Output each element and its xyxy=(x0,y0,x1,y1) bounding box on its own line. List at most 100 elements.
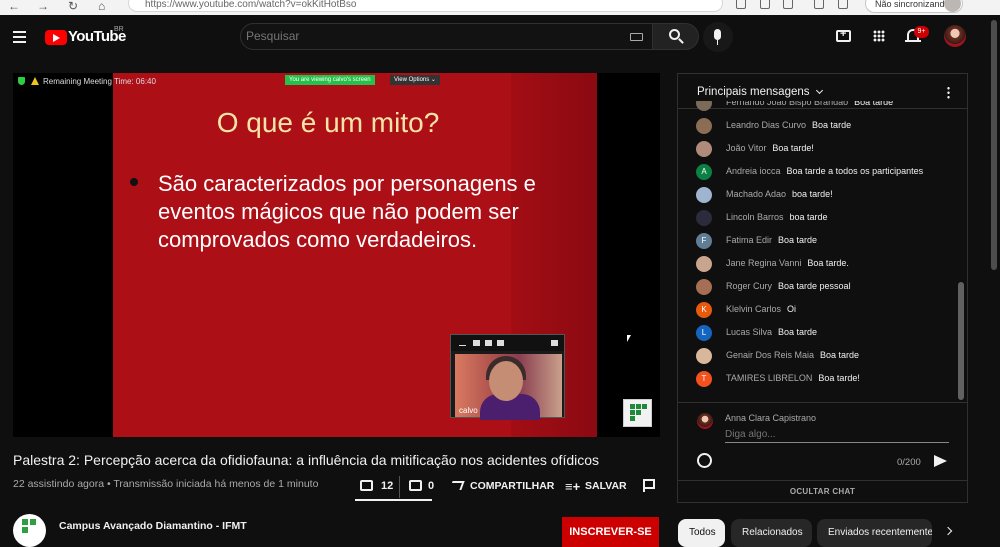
slide-bullet-text: São caracterizados por personagens e eve… xyxy=(158,171,536,252)
chat-author-name[interactable]: Machado Adao xyxy=(726,189,786,199)
save-button[interactable]: SALVAR xyxy=(585,480,627,492)
grid-icon xyxy=(485,340,492,346)
chat-author-name[interactable]: TAMIRES LIBRELON xyxy=(726,373,812,383)
chat-message-input[interactable] xyxy=(725,427,949,443)
chat-message-line: Machado Adao boa tarde! xyxy=(726,183,833,206)
chat-author-name[interactable]: Jane Regina Vanni xyxy=(726,258,801,268)
view-icon xyxy=(473,340,480,346)
chat-message[interactable]: Genair Dos Reis Maia Boa tarde xyxy=(678,344,956,367)
channel-name[interactable]: Campus Avançado Diamantino - IFMT xyxy=(59,520,247,532)
live-chat-panel: Principais mensagens Fernando João Bispo… xyxy=(677,73,968,503)
warning-icon xyxy=(31,77,39,85)
chat-message-text: Boa tarde! xyxy=(772,143,814,153)
character-counter: 0/200 xyxy=(897,457,921,468)
channel-avatar[interactable] xyxy=(13,514,46,547)
video-title: Palestra 2: Percepção acerca da ofidiofa… xyxy=(13,452,600,468)
send-icon[interactable] xyxy=(934,455,947,467)
extension-icon[interactable] xyxy=(783,0,793,9)
chip-related[interactable]: Relacionados xyxy=(731,519,812,547)
sync-status: Não sincronizando xyxy=(875,0,950,9)
chat-author-avatar xyxy=(696,101,712,111)
chat-author-name[interactable]: Fatima Edir xyxy=(726,235,772,245)
chat-message-line: Genair Dos Reis Maia Boa tarde xyxy=(726,344,859,367)
chat-message-line: Lincoln Barros boa tarde xyxy=(726,206,828,229)
youtube-logo-icon[interactable] xyxy=(45,30,67,45)
back-icon[interactable]: ← xyxy=(8,0,20,12)
video-player[interactable]: O que é um mito? São caracterizados por … xyxy=(13,73,660,437)
share-icon[interactable] xyxy=(449,481,465,490)
dislike-icon[interactable] xyxy=(409,480,422,491)
view-options-button: View Options ⌄ xyxy=(390,75,440,85)
chat-message[interactable]: Jane Regina Vanni Boa tarde. xyxy=(678,252,956,275)
chat-message[interactable]: Leandro Dias Curvo Boa tarde xyxy=(678,114,956,137)
chat-message[interactable]: A Andreia iocca Boa tarde a todos os parti… xyxy=(678,160,956,183)
chevron-down-icon[interactable] xyxy=(815,86,824,95)
subscribe-button[interactable]: INSCREVER-SE xyxy=(562,517,659,547)
chat-mode-selector[interactable]: Principais mensagens xyxy=(697,86,810,98)
chat-message-line: Lucas Silva Boa tarde xyxy=(726,321,817,344)
chat-author-name[interactable]: Klelvin Carlos xyxy=(726,304,781,314)
chat-author-name[interactable]: Lincoln Barros xyxy=(726,212,784,222)
like-icon[interactable] xyxy=(360,480,373,491)
chat-author-avatar xyxy=(696,141,712,157)
share-button[interactable]: COMPARTILHAR xyxy=(470,480,554,492)
chat-message[interactable]: Roger Cury Boa tarde pessoal xyxy=(678,275,956,298)
chat-message[interactable]: F Fatima Edir Boa tarde xyxy=(678,229,956,252)
favorites-icon[interactable] xyxy=(814,0,824,9)
chat-message-text: Boa tarde. xyxy=(807,258,849,268)
keyboard-icon[interactable] xyxy=(630,33,643,41)
chat-author-avatar: K xyxy=(696,302,712,318)
chat-message[interactable]: K Klelvin Carlos Oi xyxy=(678,298,956,321)
microphone-stand xyxy=(717,40,718,45)
chat-author-name[interactable]: Lucas Silva xyxy=(726,327,772,337)
chat-message[interactable]: Machado Adao boa tarde! xyxy=(678,183,956,206)
chat-input-area: Anna Clara Capistrano 0/200 xyxy=(678,402,967,480)
browser-toolbar: ← → ↻ ⌂ https://www.youtube.com/watch?v=… xyxy=(0,0,1000,15)
chat-author-name[interactable]: Andreia iocca xyxy=(726,166,781,176)
microphone-icon xyxy=(714,29,721,40)
emoji-icon[interactable] xyxy=(697,453,712,468)
chat-message[interactable]: T TAMIRES LIBRELON Boa tarde! xyxy=(678,367,956,390)
reload-icon[interactable]: ↻ xyxy=(68,0,78,12)
chip-all[interactable]: Todos xyxy=(678,519,725,547)
expand-icon xyxy=(551,340,558,346)
apps-install-icon[interactable] xyxy=(736,0,746,9)
chip-recent[interactable]: Enviados recentemente xyxy=(817,519,932,547)
chat-message[interactable]: L Lucas Silva Boa tarde xyxy=(678,321,956,344)
save-playlist-icon[interactable]: ≡+ xyxy=(565,479,580,494)
like-ratio-bar xyxy=(355,499,432,501)
youtube-apps-icon[interactable] xyxy=(873,30,885,42)
chat-message[interactable]: Fernando João Bispo Brandão Boa tarde xyxy=(678,101,956,114)
home-icon[interactable]: ⌂ xyxy=(98,0,105,12)
like-count[interactable]: 12 xyxy=(381,480,393,492)
chat-message[interactable]: Lincoln Barros boa tarde xyxy=(678,206,956,229)
chevron-right-icon[interactable] xyxy=(943,526,953,536)
hide-chat-button[interactable]: OCULTAR CHAT xyxy=(678,480,967,502)
chat-author-name[interactable]: João Vitor xyxy=(726,143,766,153)
chat-scrollbar[interactable] xyxy=(958,282,964,400)
report-flag-icon[interactable] xyxy=(643,479,655,492)
create-video-icon[interactable] xyxy=(836,28,851,42)
mouse-cursor-icon xyxy=(627,335,631,342)
chat-message-text: Boa tarde xyxy=(820,350,860,360)
page-scrollbar-thumb[interactable] xyxy=(991,20,997,270)
forward-icon[interactable]: → xyxy=(37,0,49,12)
slide-heading: O que é um mito? xyxy=(216,107,440,138)
collections-icon[interactable] xyxy=(838,0,848,9)
chat-author-name[interactable]: Roger Cury xyxy=(726,281,772,291)
chat-message-text: Boa tarde a todos os participantes xyxy=(786,166,924,176)
chat-author-name[interactable]: Genair Dos Reis Maia xyxy=(726,350,814,360)
zoom-icon[interactable] xyxy=(760,0,770,9)
chat-author-name[interactable]: Fernando João Bispo Brandão xyxy=(726,101,848,107)
dislike-count[interactable]: 0 xyxy=(428,480,434,492)
chat-message[interactable]: João Vitor Boa tarde! xyxy=(678,137,956,160)
meeting-timer: Remaining Meeting Time: 06:40 xyxy=(43,77,156,86)
chat-author-name[interactable]: Leandro Dias Curvo xyxy=(726,120,806,130)
chat-message-list[interactable]: Fernando João Bispo Brandão Boa tarde Lean… xyxy=(678,101,956,399)
search-input[interactable] xyxy=(246,28,616,44)
more-options-icon[interactable] xyxy=(947,86,950,99)
participant-face xyxy=(489,361,523,401)
slide-bullet-icon xyxy=(130,178,138,186)
chat-message-line: Klelvin Carlos Oi xyxy=(726,298,796,321)
account-avatar[interactable] xyxy=(944,25,966,47)
